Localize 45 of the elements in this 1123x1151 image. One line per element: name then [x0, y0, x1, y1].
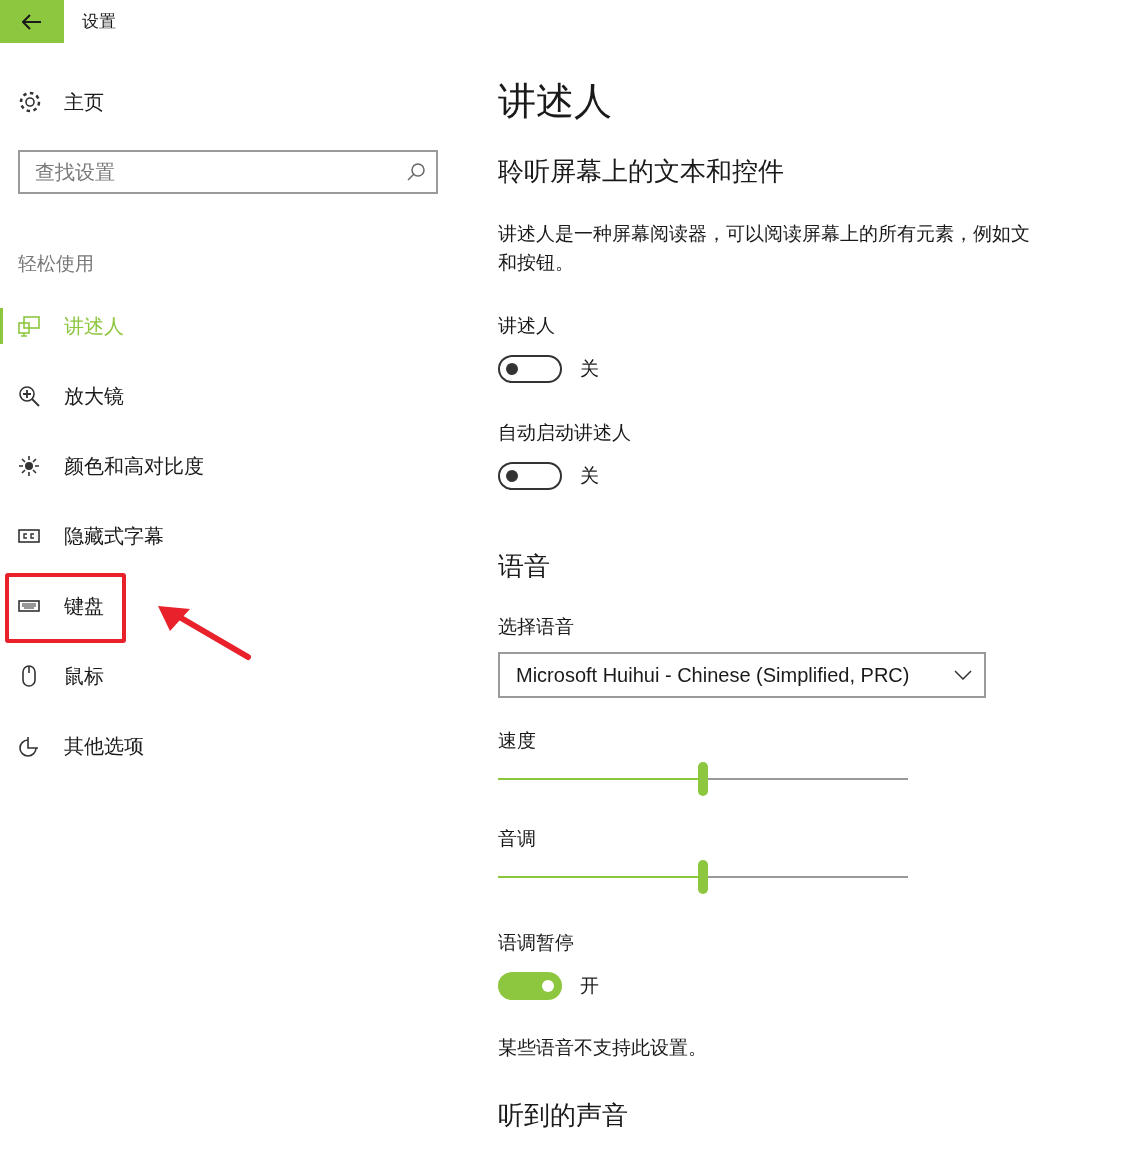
- description-text: 讲述人是一种屏幕阅读器，可以阅读屏幕上的所有元素，例如文: [498, 222, 1030, 246]
- toggle-state: 关: [580, 463, 599, 488]
- setting-label: 讲述人: [498, 314, 555, 338]
- back-button[interactable]: [0, 0, 64, 43]
- slider-thumb[interactable]: [698, 762, 708, 796]
- slider-track[interactable]: [498, 860, 908, 894]
- slider-track[interactable]: [498, 762, 908, 796]
- dropdown-value: Microsoft Huihui - Chinese (Simplified, PRC): [516, 663, 911, 688]
- note-text: 某些语音不支持此设置。: [498, 1035, 707, 1060]
- chevron-down-icon: [954, 670, 972, 680]
- narrator-icon: [18, 314, 40, 337]
- section-label: 轻松使用: [18, 252, 94, 276]
- section-heading: 语音: [498, 550, 550, 582]
- sidebar-item[interactable]: 鼠标: [64, 660, 104, 691]
- sidebar-item[interactable]: 放大镜: [64, 380, 124, 411]
- timer-icon: [18, 734, 40, 757]
- slider-thumb[interactable]: [698, 860, 708, 894]
- toggle-switch[interactable]: [498, 355, 562, 384]
- search-field[interactable]: 查找设置: [18, 150, 438, 194]
- description-text: 和按钮。: [498, 251, 575, 275]
- sidebar-item[interactable]: 隐藏式字幕: [64, 520, 164, 551]
- magnifier-icon: [18, 384, 40, 407]
- voice-dropdown[interactable]: Microsoft Huihui - Chinese (Simplified, PRC): [498, 652, 986, 698]
- setting-label: 选择语音: [498, 615, 574, 639]
- toggle-switch[interactable]: [498, 972, 562, 1001]
- setting-label: 自动启动讲述人: [498, 420, 631, 445]
- toggle-state: 开: [580, 974, 599, 998]
- section-heading: 听到的声音: [498, 1098, 628, 1131]
- toggle-state: 关: [580, 357, 599, 381]
- page-subtitle: 聆听屏幕上的文本和控件: [498, 155, 784, 187]
- sidebar-item[interactable]: 键盘: [64, 590, 104, 621]
- page-title: 讲述人: [498, 79, 612, 124]
- home-link[interactable]: 主页: [64, 87, 104, 117]
- sidebar-item[interactable]: 颜色和高对比度: [64, 450, 204, 481]
- sidebar-item[interactable]: 其他选项: [64, 730, 144, 761]
- settings-icon: [18, 90, 42, 114]
- window-title: 设置: [82, 10, 116, 33]
- setting-label: 语调暂停: [498, 931, 574, 955]
- selection-indicator: [0, 307, 3, 344]
- sun-icon: [18, 454, 40, 477]
- setting-label: 速度: [498, 729, 536, 753]
- toggle-switch[interactable]: [498, 461, 562, 490]
- setting-label: 音调: [498, 827, 536, 851]
- search-icon: [406, 162, 426, 182]
- back-arrow-icon: [22, 13, 42, 30]
